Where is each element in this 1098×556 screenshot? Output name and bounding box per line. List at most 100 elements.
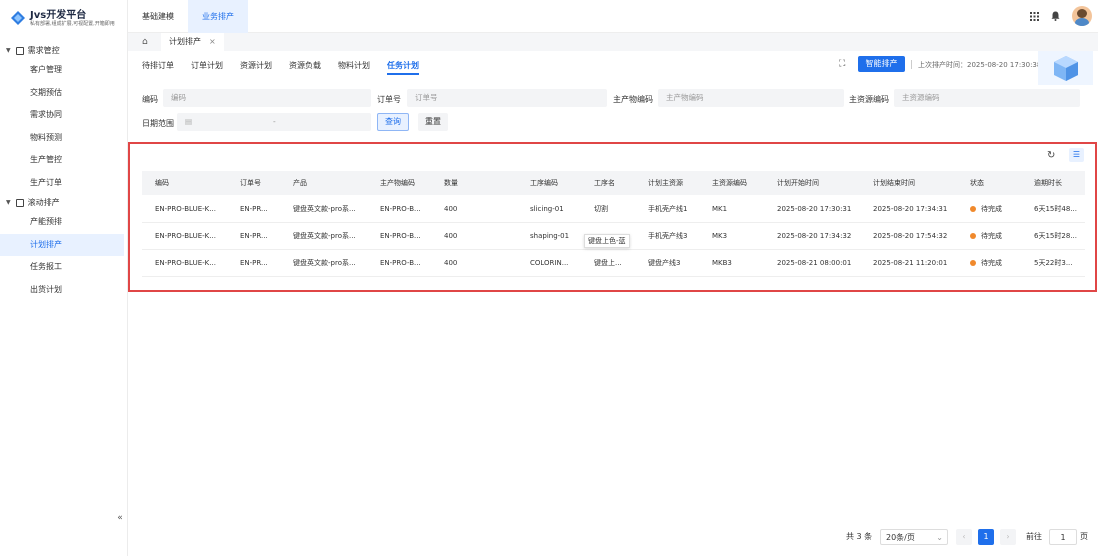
sidebar: Jvs开发平台 私有部署,组成扩展,可视配置,开箱即用 ▼ 需求管控 客户管理 …: [0, 0, 128, 556]
apps-grid-icon[interactable]: [1030, 11, 1039, 21]
sidebar-item-capacity[interactable]: 产能预排: [0, 211, 124, 234]
sidebar-item-customer[interactable]: 客户管理: [0, 59, 124, 82]
col-overdue: 逾期时长: [1034, 179, 1062, 187]
fullscreen-icon[interactable]: ⛶: [839, 59, 845, 69]
user-avatar[interactable]: [1072, 6, 1092, 26]
cell-plan-resource: 手机壳产线3: [648, 232, 688, 240]
cell-code: EN-PRO-BLUE-K...: [155, 259, 216, 267]
tab-order-plan[interactable]: 订单计划: [191, 59, 223, 75]
tab-task-plan[interactable]: 任务计划: [387, 59, 419, 75]
table-row[interactable]: EN-PRO-BLUE-K... EN-PR... 键盘英文款-pro系... …: [142, 250, 1085, 277]
reset-button[interactable]: 重置: [418, 113, 448, 131]
app-title: Jvs开发平台: [30, 9, 87, 21]
status-dot: [970, 260, 976, 266]
pagination-total: 共 3 条: [846, 532, 873, 541]
status-text: 待完成: [981, 205, 1002, 213]
status-text: 待完成: [981, 232, 1002, 240]
bell-icon[interactable]: [1051, 11, 1060, 21]
tooltip: 键盘上色-蓝: [584, 234, 630, 248]
divider: [911, 60, 912, 69]
cell-plan-resource: 手机壳产线1: [648, 205, 688, 213]
sidebar-item-shipping-plan[interactable]: 出货计划: [0, 279, 124, 302]
page-size-select[interactable]: 20条/页 ⌄: [880, 529, 948, 545]
date-range-separator: -: [273, 117, 276, 126]
cell-process-code: slicing-01: [530, 205, 564, 213]
logo-icon: [11, 11, 25, 25]
page-1-button[interactable]: 1: [978, 529, 994, 545]
app-subtitle: 私有部署,组成扩展,可视配置,开箱即用: [30, 20, 115, 27]
tab-resource-plan[interactable]: 资源计划: [240, 59, 272, 75]
col-order: 订单号: [240, 179, 261, 187]
sidebar-group-demand[interactable]: ▼ 需求管控: [0, 42, 128, 59]
calendar-icon: ▤: [185, 117, 193, 126]
cell-process-code: shaping-01: [530, 232, 570, 240]
filter-resource-label: 主资源编码: [849, 95, 889, 104]
status-dot: [970, 206, 976, 212]
home-icon[interactable]: ⌂: [142, 37, 148, 47]
page-suffix: 页: [1080, 532, 1088, 541]
tab-pending-orders[interactable]: 待排订单: [142, 59, 174, 75]
tab-resource-load[interactable]: 资源负载: [289, 59, 321, 75]
cell-overdue: 6天15时48...: [1034, 205, 1077, 213]
cell-plan-start: 2025-08-21 08:00:01: [777, 259, 852, 267]
filter-order-input[interactable]: 订单号: [407, 89, 607, 107]
cell-plan-start: 2025-08-20 17:34:32: [777, 232, 852, 240]
prev-page-button[interactable]: ‹: [956, 529, 972, 545]
cell-process-code: COLORIN...: [530, 259, 569, 267]
column-settings-icon[interactable]: ☰: [1069, 148, 1084, 162]
sub-tabs: 待排订单 订单计划 资源计划 资源负载 物料计划 任务计划: [142, 59, 419, 75]
cell-overdue: 5天22时3...: [1034, 259, 1073, 267]
sidebar-item-production-order[interactable]: 生产订单: [0, 172, 124, 195]
sidebar-item-material-forecast[interactable]: 物料预测: [0, 127, 124, 150]
sidebar-item-task-report[interactable]: 任务报工: [0, 256, 124, 279]
cell-code: EN-PRO-BLUE-K...: [155, 232, 216, 240]
cell-order: EN-PR...: [240, 232, 268, 240]
cell-plan-end: 2025-08-20 17:34:31: [873, 205, 948, 213]
cell-plan-start: 2025-08-20 17:30:31: [777, 205, 852, 213]
last-run-time: 上次排产时间：2025-08-20 17:30:38: [918, 61, 1042, 69]
goto-label: 前往: [1026, 532, 1042, 541]
sidebar-item-plan-scheduling[interactable]: 计划排产: [0, 233, 124, 256]
cell-status: 待完成: [970, 250, 1025, 276]
app-logo[interactable]: Jvs开发平台 私有部署,组成扩展,可视配置,开箱即用: [10, 4, 116, 32]
sidebar-group-rolling[interactable]: ▼ 滚动排产: [0, 194, 128, 211]
tab-material-plan[interactable]: 物料计划: [338, 59, 370, 75]
topnav-business-scheduling[interactable]: 业务排产: [188, 0, 248, 33]
cell-status: 待完成: [970, 196, 1025, 222]
sidebar-item-demand-collab[interactable]: 需求协同: [0, 104, 124, 127]
table-row[interactable]: EN-PRO-BLUE-K... EN-PR... 键盘英文款-pro系... …: [142, 196, 1085, 223]
sidebar-item-production-control[interactable]: 生产管控: [0, 149, 124, 172]
col-process-code: 工序编码: [530, 179, 558, 187]
next-page-button[interactable]: ›: [1000, 529, 1016, 545]
sidebar-item-delivery-estimate[interactable]: 交期预估: [0, 82, 124, 105]
topnav-basic-modeling[interactable]: 基础建模: [128, 0, 188, 33]
header-actions: [1030, 6, 1092, 26]
status-text: 待完成: [981, 259, 1002, 267]
page-tab-plan-scheduling[interactable]: 计划排产 ×: [161, 33, 224, 51]
query-button[interactable]: 查询: [377, 113, 409, 131]
col-plan-end: 计划结束时间: [873, 179, 915, 187]
col-qty: 数量: [444, 179, 458, 187]
goto-page-input[interactable]: 1: [1049, 529, 1077, 545]
cell-code: EN-PRO-BLUE-K...: [155, 205, 216, 213]
close-icon[interactable]: ×: [209, 33, 216, 51]
col-plan-start: 计划开始时间: [777, 179, 819, 187]
smart-scheduling-button[interactable]: 智能排产: [858, 56, 905, 72]
top-header: 基础建模 业务排产: [128, 0, 1098, 33]
calendar-icon: [15, 46, 24, 55]
cell-product: 键盘英文款-pro系...: [293, 232, 356, 240]
cell-resource-code: MK1: [712, 205, 728, 213]
filter-resource-input[interactable]: 主资源编码: [894, 89, 1080, 107]
collapse-sidebar-button[interactable]: «: [113, 511, 127, 525]
cell-status: 待完成: [970, 223, 1025, 249]
cell-qty: 400: [444, 232, 458, 240]
filter-material-input[interactable]: 主产物编码: [658, 89, 844, 107]
filter-code-input[interactable]: 编码: [163, 89, 371, 107]
page-tab-label: 计划排产: [169, 37, 201, 46]
filter-date-range[interactable]: ▤ -: [177, 113, 371, 131]
caret-down-icon: ▼: [6, 199, 11, 206]
col-plan-resource: 计划主资源: [648, 179, 683, 187]
cell-process-name: 切割: [594, 205, 608, 213]
filter-order-label: 订单号: [377, 95, 401, 104]
refresh-icon[interactable]: ↻: [1047, 150, 1055, 161]
